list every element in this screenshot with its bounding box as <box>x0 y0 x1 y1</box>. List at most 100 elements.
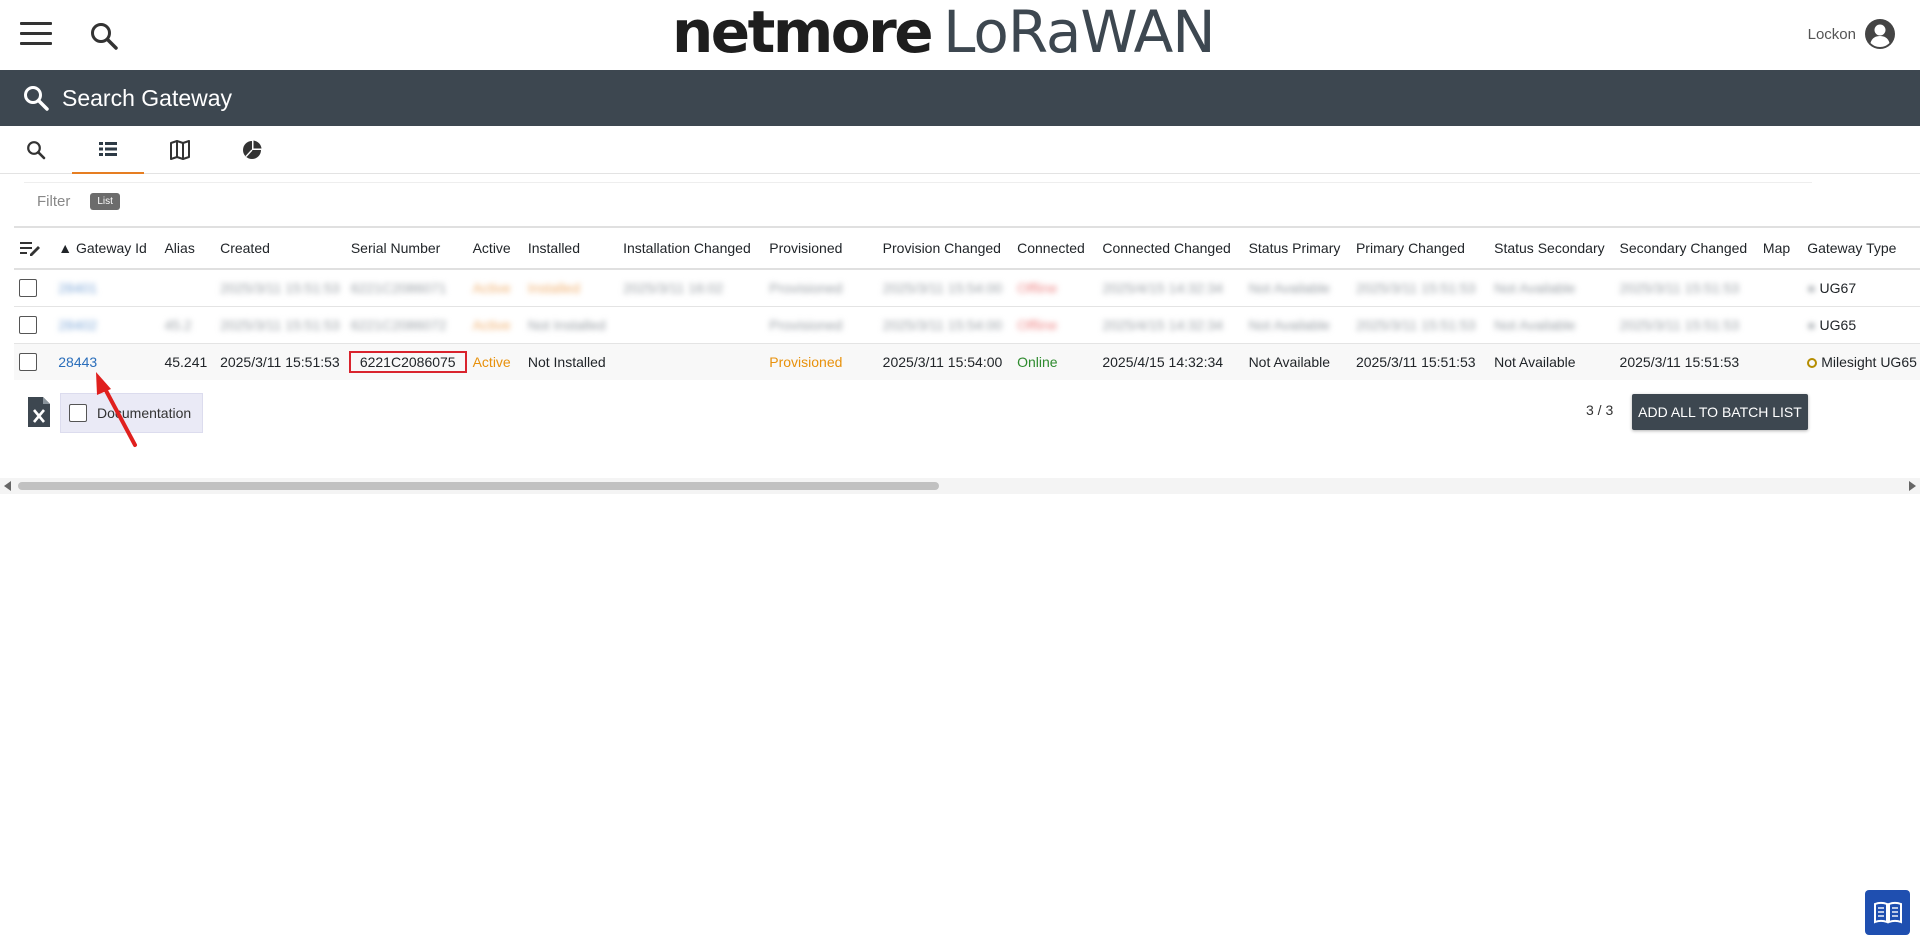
user-avatar-icon <box>1865 19 1895 49</box>
table-row[interactable]: 28443 45.241 2025/3/11 15:51:53 6221C208… <box>14 343 1920 380</box>
column-editor-header[interactable] <box>14 227 53 269</box>
row-select-cell[interactable] <box>14 343 53 380</box>
map-cell <box>1758 306 1802 343</box>
row-checkbox[interactable] <box>19 352 37 371</box>
search-icon[interactable] <box>88 20 120 52</box>
user-menu[interactable]: Lockon <box>1808 18 1896 50</box>
installation-changed-cell: 2025/3/11 16:02 <box>623 279 724 296</box>
provision-changed-cell: 2025/3/11 15:54:00 <box>882 279 1003 296</box>
scrollbar-thumb[interactable] <box>18 482 939 490</box>
column-header-primary-changed[interactable]: Primary Changed <box>1351 227 1489 269</box>
connected-changed-cell: 2025/4/15 14:32:34 <box>1102 353 1224 370</box>
serial-number-cell: 6221C2086072 <box>350 316 447 333</box>
connected-changed-cell: 2025/4/15 14:32:34 <box>1102 279 1224 296</box>
search-icon <box>24 86 49 111</box>
menu-icon[interactable] <box>20 22 52 48</box>
installed-cell: Not Installed <box>527 353 606 370</box>
brand-logo: netmore LoRaWAN <box>672 0 1216 68</box>
secondary-changed-cell: 2025/3/11 15:51:53 <box>1619 316 1740 333</box>
column-header-installed[interactable]: Installed <box>523 227 618 269</box>
filter-bar: Filter List <box>24 182 1812 220</box>
row-select-cell[interactable] <box>14 306 53 343</box>
filter-chip-list[interactable]: List <box>90 193 120 210</box>
pie-chart-icon <box>243 140 262 159</box>
serial-number-highlight: 6221C2086075 <box>348 350 467 373</box>
column-header-created[interactable]: Created <box>215 227 346 269</box>
primary-changed-cell: 2025/3/11 15:51:53 <box>1355 279 1476 296</box>
gateway-type-cell: Milesight UG65 <box>1802 343 1920 380</box>
gateway-id-link[interactable]: 28402 <box>53 306 159 343</box>
column-header-serial-number[interactable]: Serial Number <box>346 227 468 269</box>
status-secondary-cell: Not Available <box>1494 353 1576 370</box>
tab-list[interactable] <box>72 126 144 174</box>
created-cell: 2025/3/11 15:51:53 <box>220 316 340 333</box>
status-primary-cell: Not Available <box>1248 279 1331 296</box>
provisioned-cell: Provisioned <box>769 316 843 333</box>
column-header-alias[interactable]: Alias <box>159 227 215 269</box>
column-header-provision-changed[interactable]: Provision Changed <box>878 227 1012 269</box>
status-dot-icon <box>1807 357 1818 368</box>
add-all-to-batch-list-button[interactable]: ADD ALL TO BATCH LIST <box>1632 394 1808 430</box>
column-header-provisioned[interactable]: Provisioned <box>764 227 877 269</box>
documentation-checkbox[interactable] <box>69 404 87 422</box>
gateway-type-cell: ● UG67 <box>1807 279 1857 296</box>
brand-secondary: LoRaWAN <box>943 0 1216 66</box>
table-row[interactable]: 28401 2025/3/11 15:51:53 6221C2086071 Ac… <box>14 269 1920 306</box>
scroll-right-icon[interactable] <box>1909 481 1916 491</box>
search-band-title: Search Gateway <box>62 84 233 111</box>
installation-changed-cell <box>618 343 764 380</box>
user-manual-button[interactable] <box>1865 890 1910 935</box>
gateway-type-visible: UG65 <box>1819 316 1857 333</box>
view-tabs <box>0 126 1920 174</box>
provision-changed-cell: 2025/3/11 15:54:00 <box>882 316 1003 333</box>
tab-search[interactable] <box>14 126 58 174</box>
book-icon <box>1873 901 1902 923</box>
provisioned-cell: Provisioned <box>769 353 843 370</box>
column-header-gateway-type[interactable]: Gateway Type <box>1802 227 1920 269</box>
row-checkbox[interactable] <box>19 278 37 297</box>
active-cell: Active <box>472 316 511 333</box>
gateway-id-link[interactable]: 28401 <box>53 269 159 306</box>
column-header-status-primary[interactable]: Status Primary <box>1244 227 1351 269</box>
list-icon <box>99 142 117 156</box>
serial-number-cell: 6221C2086075 <box>346 343 468 380</box>
row-checkbox[interactable] <box>19 315 37 334</box>
created-cell: 2025/3/11 15:51:53 <box>220 279 340 296</box>
column-header-connected[interactable]: Connected <box>1012 227 1097 269</box>
active-cell: Active <box>472 279 511 296</box>
connected-changed-cell: 2025/4/15 14:32:34 <box>1102 316 1224 333</box>
provision-changed-cell: 2025/3/11 15:54:00 <box>882 353 1003 370</box>
column-header-connected-changed[interactable]: Connected Changed <box>1097 227 1243 269</box>
gateway-id-link[interactable]: 28443 <box>53 343 159 380</box>
column-header-map[interactable]: Map <box>1758 227 1802 269</box>
secondary-changed-cell: 2025/3/11 15:51:53 <box>1619 279 1740 296</box>
tab-map[interactable] <box>158 126 202 174</box>
status-secondary-cell: Not Available <box>1494 279 1576 296</box>
connected-cell: Offline <box>1017 316 1058 333</box>
map-icon <box>170 140 190 160</box>
filter-label: Filter <box>37 193 71 210</box>
scroll-left-icon[interactable] <box>4 481 11 491</box>
excel-export-icon[interactable] <box>26 396 52 428</box>
documentation-toggle[interactable]: Documentation <box>60 393 203 433</box>
primary-changed-cell: 2025/3/11 15:51:53 <box>1355 353 1476 370</box>
secondary-changed-cell: 2025/3/11 15:51:53 <box>1619 353 1740 370</box>
column-header-gateway-id[interactable]: ▲ Gateway Id <box>53 227 159 269</box>
horizontal-scrollbar[interactable] <box>0 478 1920 494</box>
installation-changed-cell <box>618 306 764 343</box>
column-header-status-secondary[interactable]: Status Secondary <box>1489 227 1614 269</box>
gateway-table-container: ▲ Gateway Id Alias Created Serial Number… <box>14 226 1920 380</box>
column-header-active[interactable]: Active <box>468 227 523 269</box>
table-row[interactable]: 28402 45.2 2025/3/11 15:51:53 6221C20860… <box>14 306 1920 343</box>
serial-number-cell: 6221C2086071 <box>350 279 447 296</box>
tab-statistics[interactable] <box>230 126 274 174</box>
primary-changed-cell: 2025/3/11 15:51:53 <box>1355 316 1476 333</box>
row-select-cell[interactable] <box>14 269 53 306</box>
gateway-type-visible: UG67 <box>1819 279 1857 296</box>
column-header-installation-changed[interactable]: Installation Changed <box>618 227 764 269</box>
search-icon <box>27 141 46 160</box>
gateway-table: ▲ Gateway Id Alias Created Serial Number… <box>14 226 1920 380</box>
column-edit-icon[interactable] <box>19 239 41 257</box>
map-cell <box>1758 343 1802 380</box>
column-header-secondary-changed[interactable]: Secondary Changed <box>1615 227 1758 269</box>
